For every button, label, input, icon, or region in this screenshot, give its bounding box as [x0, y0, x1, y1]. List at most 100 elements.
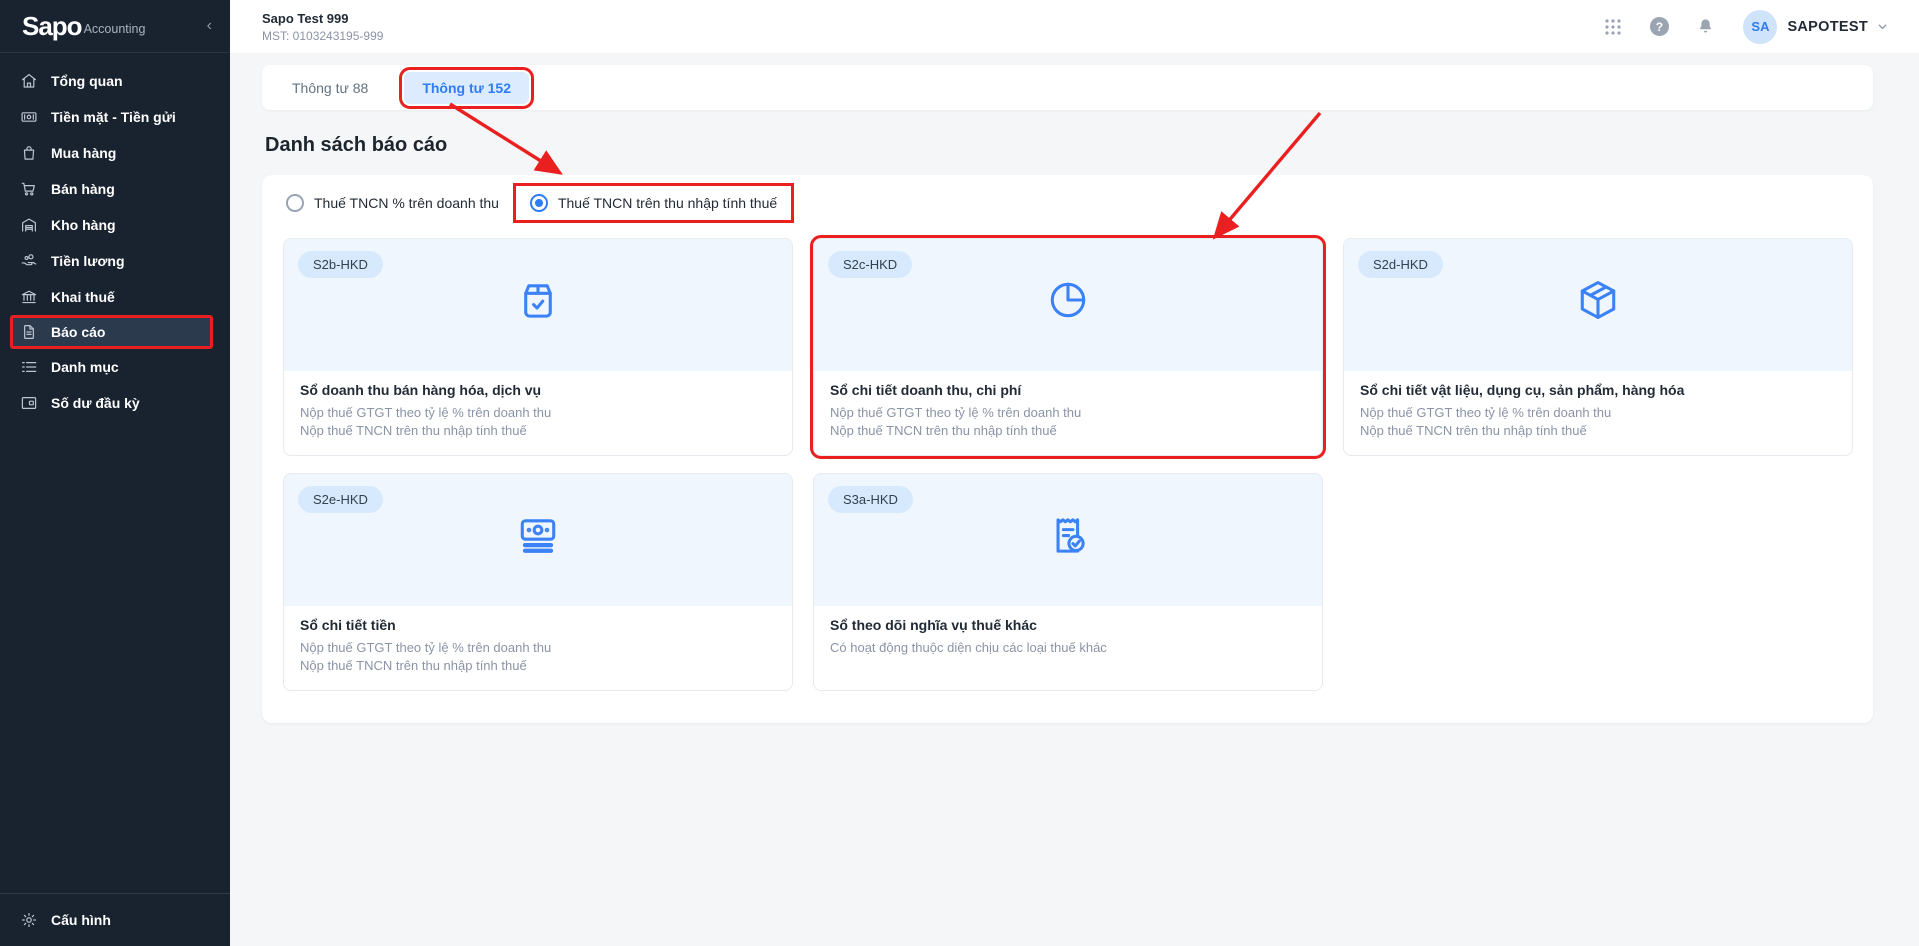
card-body: Sổ chi tiết doanh thu, chi phí Nộp thuế … [814, 371, 1322, 441]
sidebar-item-label: Báo cáo [51, 324, 106, 340]
report-cards-grid: S2b-HKD Sổ doanh thu bán hàng hóa, dịch … [283, 235, 1853, 691]
chevron-down-icon[interactable] [1876, 20, 1889, 33]
radio-label: Thuế TNCN % trên doanh thu [314, 195, 499, 211]
sidebar-item-label: Khai thuế [51, 289, 115, 305]
sidebar-item-label: Kho hàng [51, 217, 116, 233]
tab-thong-tu-88[interactable]: Thông tư 88 [272, 72, 388, 104]
topbar: Sapo Test 999 MST: 0103243195-999 ? SA S… [230, 0, 1919, 53]
notification-bell-icon[interactable] [1693, 15, 1717, 39]
card-top: S2b-HKD [284, 239, 792, 371]
receipt-check-icon [1045, 512, 1091, 558]
card-top: S2e-HKD [284, 474, 792, 606]
user-name: SAPOTEST [1787, 18, 1868, 35]
home-icon [20, 72, 38, 90]
topbar-actions: ? SA SAPOTEST [1579, 9, 1889, 44]
sidebar-item-mua-hang[interactable]: Mua hàng [0, 135, 230, 171]
card-title: Sổ doanh thu bán hàng hóa, dịch vụ [300, 382, 542, 398]
card-title: Sổ chi tiết tiền [300, 617, 396, 633]
sidebar-item-so-du-dau-ky[interactable]: Số dư đầu kỳ [0, 385, 230, 421]
gear-icon [20, 911, 38, 929]
card-desc-line: Có hoạt động thuộc diện chịu các loại th… [830, 640, 1107, 655]
sidebar-collapse-icon[interactable]: ‹ [207, 18, 212, 34]
pie-chart-icon [1045, 277, 1091, 323]
card-badge: S2c-HKD [828, 251, 913, 278]
sidebar-item-label: Danh mục [51, 359, 119, 375]
card-title: Sổ chi tiết vật liệu, dụng cụ, sản phẩm,… [1360, 382, 1685, 398]
company-name: Sapo Test 999 [262, 10, 349, 26]
card-desc-line: Nộp thuế GTGT theo tỷ lệ % trên doanh th… [1360, 405, 1612, 420]
report-card-s2d[interactable]: S2d-HKD Sổ chi tiết vật liệu, dụng cụ, s… [1343, 238, 1853, 456]
sidebar-item-label: Bán hàng [51, 181, 115, 197]
page-title: Danh sách báo cáo [265, 134, 448, 156]
radio-circle[interactable] [286, 194, 304, 212]
card-desc-line: Nộp thuế TNCN trên thu nhập tính thuế [300, 658, 527, 674]
warehouse-icon [20, 216, 38, 234]
card-badge: S2e-HKD [298, 486, 383, 513]
bank-building-icon [20, 288, 38, 306]
sidebar-item-label: Mua hàng [51, 145, 117, 161]
card-badge: S3a-HKD [828, 486, 913, 513]
card-body: Sổ chi tiết vật liệu, dụng cụ, sản phẩm,… [1344, 371, 1852, 441]
sidebar-item-label: Cấu hình [51, 912, 111, 928]
hand-coins-icon [20, 252, 38, 270]
card-desc-line: Nộp thuế GTGT theo tỷ lệ % trên doanh th… [300, 640, 552, 655]
radio-tncn-thu-nhap-tinh-thue[interactable]: Thuế TNCN trên thu nhập tính thuế [529, 194, 778, 212]
report-card-s2b[interactable]: S2b-HKD Sổ doanh thu bán hàng hóa, dịch … [283, 238, 793, 456]
radio-label: Thuế TNCN trên thu nhập tính thuế [557, 195, 778, 211]
report-card-s2c[interactable]: S2c-HKD Sổ chi tiết doanh thu, chi phí N… [810, 235, 1326, 459]
shopping-bag-icon [20, 144, 38, 162]
sidebar-item-ban-hang[interactable]: Bán hàng [0, 171, 230, 207]
card-body: Sổ chi tiết tiền Nộp thuế GTGT theo tỷ l… [284, 606, 792, 676]
sidebar-item-danh-muc[interactable]: Danh mục [0, 349, 230, 385]
cash-stack-icon [515, 512, 561, 558]
brand-suffix: Accounting [83, 22, 146, 36]
app-root: Sapo Accounting ‹ Tổng quan Tiền mặt - T… [0, 0, 1919, 946]
list-icon [20, 358, 38, 376]
main-content: Thông tư 88 Thông tư 152 Danh sách báo c… [230, 53, 1919, 946]
apps-grid-icon[interactable] [1601, 15, 1625, 39]
sidebar: Sapo Accounting ‹ Tổng quan Tiền mặt - T… [0, 0, 230, 946]
sidebar-item-label: Tiền mặt - Tiền gửi [51, 109, 176, 125]
card-desc-line: Nộp thuế GTGT theo tỷ lệ % trên doanh th… [830, 405, 1082, 420]
card-badge: S2d-HKD [1358, 251, 1443, 278]
card-title: Sổ theo dõi nghĩa vụ thuế khác [830, 617, 1037, 633]
sidebar-item-tien-luong[interactable]: Tiền lương [0, 243, 230, 279]
sidebar-item-kho-hang[interactable]: Kho hàng [0, 207, 230, 243]
reports-panel: Thuế TNCN % trên doanh thu Thuế TNCN trê… [262, 175, 1873, 723]
company-tax-code: MST: 0103243195-999 [262, 28, 384, 43]
card-desc-line: Nộp thuế GTGT theo tỷ lệ % trên doanh th… [300, 405, 552, 420]
help-icon[interactable]: ? [1647, 15, 1671, 39]
card-desc-line: Nộp thuế TNCN trên thu nhập tính thuế [830, 423, 1057, 439]
card-desc-line: Nộp thuế TNCN trên thu nhập tính thuế [300, 423, 527, 439]
card-top: S3a-HKD [814, 474, 1322, 606]
avatar[interactable]: SA [1743, 9, 1778, 44]
sidebar-item-khai-thue[interactable]: Khai thuế [0, 279, 230, 315]
card-body: Sổ doanh thu bán hàng hóa, dịch vụ Nộp t… [284, 371, 792, 441]
sidebar-item-tien-mat[interactable]: Tiền mặt - Tiền gửi [0, 99, 230, 135]
sidebar-item-label: Số dư đầu kỳ [51, 395, 140, 411]
tab-bar: Thông tư 88 Thông tư 152 [262, 65, 1873, 110]
radio-tncn-percent-doanh-thu[interactable]: Thuế TNCN % trên doanh thu [286, 194, 499, 212]
card-badge: S2b-HKD [298, 251, 383, 278]
company-info: Sapo Test 999 MST: 0103243195-999 [262, 11, 383, 43]
report-document-icon [20, 323, 38, 341]
wallet-icon [20, 394, 38, 412]
package-3d-icon [1575, 277, 1621, 323]
report-card-s2e[interactable]: S2e-HKD Sổ chi tiết tiền Nộp thuế GTGT t… [283, 473, 793, 691]
brand-name: Sapo [22, 10, 83, 41]
card-title: Sổ chi tiết doanh thu, chi phí [830, 382, 1022, 398]
radio-circle[interactable] [529, 194, 548, 212]
sidebar-item-bao-cao[interactable]: Báo cáo [10, 315, 213, 349]
tab-thong-tu-152[interactable]: Thông tư 152 [399, 66, 535, 109]
banknote-icon [20, 108, 38, 126]
sidebar-item-tong-quan[interactable]: Tổng quan [0, 63, 230, 99]
report-card-s3a[interactable]: S3a-HKD Sổ theo dõi nghĩa vụ thuế khác C… [813, 473, 1323, 691]
annotation-box-radio: Thuế TNCN trên thu nhập tính thuế [512, 183, 795, 223]
card-body: Sổ theo dõi nghĩa vụ thuế khác Có hoạt đ… [814, 606, 1322, 657]
sidebar-item-label: Tiền lương [51, 253, 125, 269]
card-top: S2c-HKD [814, 239, 1322, 371]
sidebar-item-cau-hinh[interactable]: Cấu hình [0, 893, 230, 946]
brand-logo: Sapo Accounting ‹ [0, 0, 230, 53]
sidebar-item-label: Tổng quan [51, 73, 123, 89]
card-top: S2d-HKD [1344, 239, 1852, 371]
